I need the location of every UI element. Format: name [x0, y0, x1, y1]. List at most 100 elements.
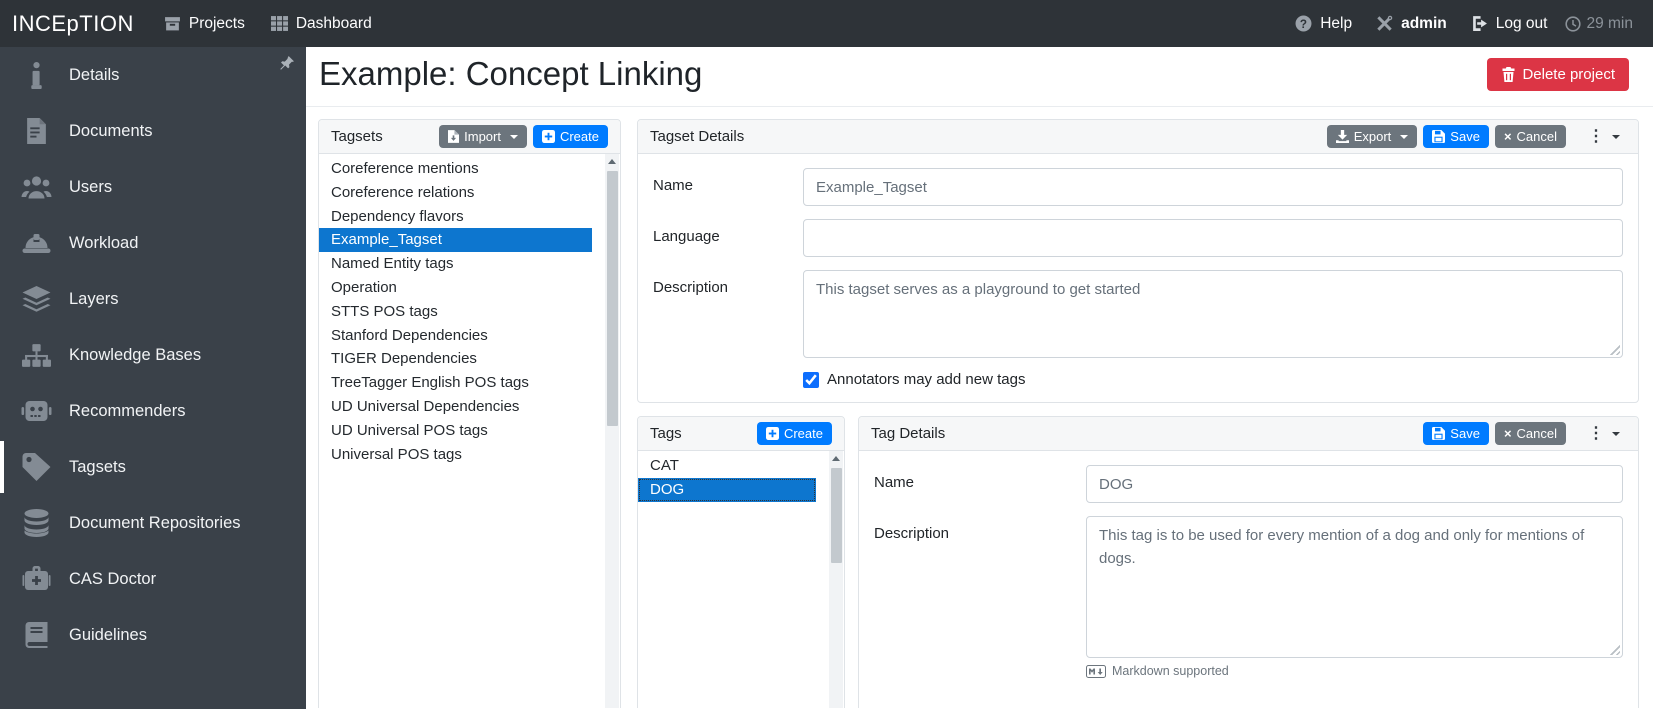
tagset-list-item[interactable]: Universal POS tags [319, 443, 592, 467]
file-import-icon [448, 130, 460, 143]
page-header: Example: Concept Linking Delete project [306, 47, 1653, 107]
cancel-tagset-button[interactable]: × Cancel [1494, 125, 1566, 148]
tagset-list-item[interactable]: STTS POS tags [319, 300, 592, 324]
tag-list-scrollbar[interactable] [829, 451, 843, 708]
tagset-list-item[interactable]: Operation [319, 276, 592, 300]
save-tagset-label: Save [1450, 129, 1480, 144]
sidebar-item-workload[interactable]: Workload [0, 215, 306, 271]
database-icon [20, 509, 52, 537]
tagset-name-input[interactable] [803, 168, 1623, 206]
tagset-language-row: Language [653, 219, 1623, 257]
import-tagset-button[interactable]: Import [439, 125, 527, 148]
tagset-details-panel: Tagset Details Export Save × Cancel ⋮ Na… [637, 119, 1639, 403]
scroll-up-icon[interactable] [605, 154, 619, 169]
create-tag-label: Create [783, 426, 823, 441]
sidebar-item-layers[interactable]: Layers [0, 271, 306, 327]
nav-projects[interactable]: Projects [164, 15, 245, 33]
sidebar-item-knowledge-bases[interactable]: Knowledge Bases [0, 327, 306, 383]
tag-details-panel: Tag Details Save × Cancel ⋮ Name DOG Des… [858, 416, 1639, 708]
tagset-description-label: Description [653, 279, 729, 296]
cancel-tag-label: Cancel [1516, 426, 1557, 441]
nav-dashboard[interactable]: Dashboard [270, 14, 372, 33]
tagset-list-item[interactable]: Stanford Dependencies [319, 324, 592, 348]
nav-dashboard-label: Dashboard [295, 14, 372, 32]
annotators-checkbox[interactable] [803, 371, 819, 388]
content-area: Tagsets Import Create Coreference mentio… [306, 107, 1653, 708]
nav-help-label: Help [1320, 14, 1353, 32]
tag-details-title: Tag Details [871, 425, 946, 442]
app-brand[interactable]: INCEpTION [12, 11, 134, 37]
sidebar-item-label: Recommenders [69, 401, 186, 420]
scroll-up-icon[interactable] [829, 451, 843, 466]
nav-logout-label: Log out [1495, 14, 1548, 32]
tag-name-row: Name [874, 465, 1623, 503]
tagset-details-title: Tagset Details [650, 128, 745, 145]
tagset-details-menu-button[interactable]: ⋮ [1582, 128, 1626, 146]
tagset-language-input[interactable] [803, 219, 1623, 257]
chevron-down-icon [1612, 431, 1620, 436]
tagsets-panel-header: Tagsets Import Create [319, 120, 620, 154]
plus-square-icon [765, 427, 779, 440]
sidebar-item-details[interactable]: Details [0, 47, 306, 103]
tag-list-item[interactable]: CAT [638, 454, 816, 478]
sidebar-item-tagsets[interactable]: Tagsets [0, 439, 306, 495]
main-content: Example: Concept Linking Delete project … [306, 47, 1653, 709]
page-title: Example: Concept Linking [319, 55, 703, 92]
dashboard-icon [270, 16, 288, 31]
tag-list: CAT DOG [638, 451, 816, 505]
tag-details-menu-button[interactable]: ⋮ [1582, 425, 1626, 443]
scrollbar-thumb[interactable] [830, 468, 842, 563]
save-icon [1432, 427, 1446, 440]
tagset-list-item[interactable]: Coreference mentions [319, 157, 592, 181]
create-tag-button[interactable]: Create [756, 422, 832, 445]
cancel-tag-button[interactable]: × Cancel [1494, 422, 1566, 445]
tagset-list-item[interactable]: UD Universal Dependencies [319, 395, 592, 419]
export-tagset-label: Export [1353, 129, 1392, 144]
sidebar-item-recommenders[interactable]: Recommenders [0, 383, 306, 439]
close-icon: × [1503, 129, 1512, 144]
sidebar-item-cas-doctor[interactable]: CAS Doctor [0, 551, 306, 607]
tagset-list-scrollbar[interactable] [605, 154, 619, 708]
nav-admin-label: admin [1401, 14, 1447, 32]
scrollbar-thumb[interactable] [606, 171, 618, 426]
delete-project-label: Delete project [1522, 66, 1615, 83]
book-icon [20, 622, 52, 648]
sidebar-item-guidelines[interactable]: Guidelines [0, 607, 306, 663]
sidebar-item-documents[interactable]: Documents [0, 103, 306, 159]
tag-description-textarea[interactable]: This tag is to be used for every mention… [1086, 516, 1623, 658]
nav-help[interactable]: ? Help [1295, 15, 1352, 33]
help-icon: ? [1295, 15, 1312, 32]
tagset-details-header: Tagset Details Export Save × Cancel ⋮ [638, 120, 1638, 154]
sidebar-item-label: Knowledge Bases [69, 345, 202, 364]
close-icon: × [1503, 426, 1512, 441]
markdown-hint: Markdown supported [1086, 664, 1623, 678]
sidebar-item-users[interactable]: Users [0, 159, 306, 215]
tag-list-item[interactable]: DOG [638, 477, 816, 502]
top-navbar: INCEpTION Projects Dashboard ? Help admi… [0, 0, 1653, 47]
sidebar-item-document-repositories[interactable]: Document Repositories [0, 495, 306, 551]
delete-project-button[interactable]: Delete project [1487, 58, 1629, 91]
tagset-description-textarea[interactable]: This tagset serves as a playground to ge… [803, 270, 1623, 358]
create-tagset-button[interactable]: Create [532, 125, 608, 148]
tagset-list-item[interactable]: Named Entity tags [319, 252, 592, 276]
chevron-down-icon [1612, 134, 1620, 139]
tagset-list-item[interactable]: UD Universal POS tags [319, 419, 592, 443]
tagset-list-item[interactable]: TIGER Dependencies [319, 347, 592, 371]
tagset-list-item[interactable]: Example_Tagset [319, 228, 592, 253]
tagset-list-item[interactable]: TreeTagger English POS tags [319, 371, 592, 395]
export-tagset-button[interactable]: Export [1326, 125, 1418, 148]
markdown-icon [1086, 664, 1106, 678]
nav-administration[interactable]: admin [1376, 15, 1447, 33]
plus-square-icon [541, 130, 555, 143]
tagset-name-label: Name [653, 177, 694, 194]
save-tag-button[interactable]: Save [1423, 422, 1489, 445]
nav-logout[interactable]: Log out [1471, 14, 1548, 33]
save-tagset-button[interactable]: Save [1423, 125, 1489, 148]
save-tag-label: Save [1450, 426, 1480, 441]
tagset-list-item[interactable]: Dependency flavors [319, 205, 592, 229]
sitemap-icon [20, 343, 52, 367]
kebab-icon: ⋮ [1588, 424, 1604, 442]
info-icon [20, 61, 52, 89]
tag-name-input[interactable] [1086, 465, 1623, 503]
tagset-list-item[interactable]: Coreference relations [319, 181, 592, 205]
